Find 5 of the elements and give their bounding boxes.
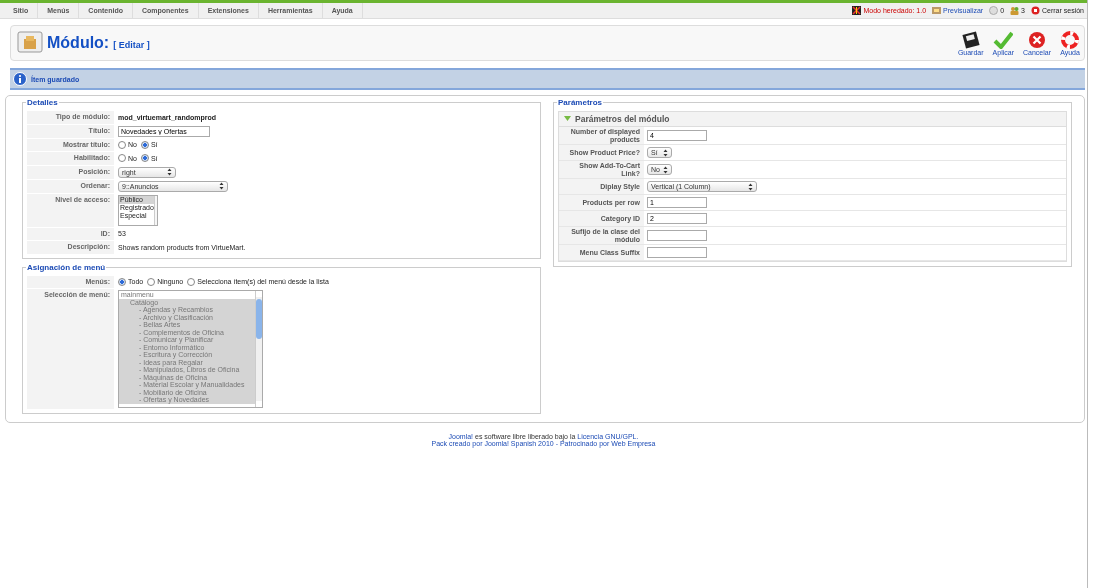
page-title: Módulo: <box>47 34 110 52</box>
section-legend: Asignación de menú <box>26 262 107 273</box>
section-legend: Parámetros <box>557 98 604 108</box>
section-legend: Detalles <box>26 98 59 108</box>
page-subtitle: [ Editar ] <box>113 40 150 50</box>
